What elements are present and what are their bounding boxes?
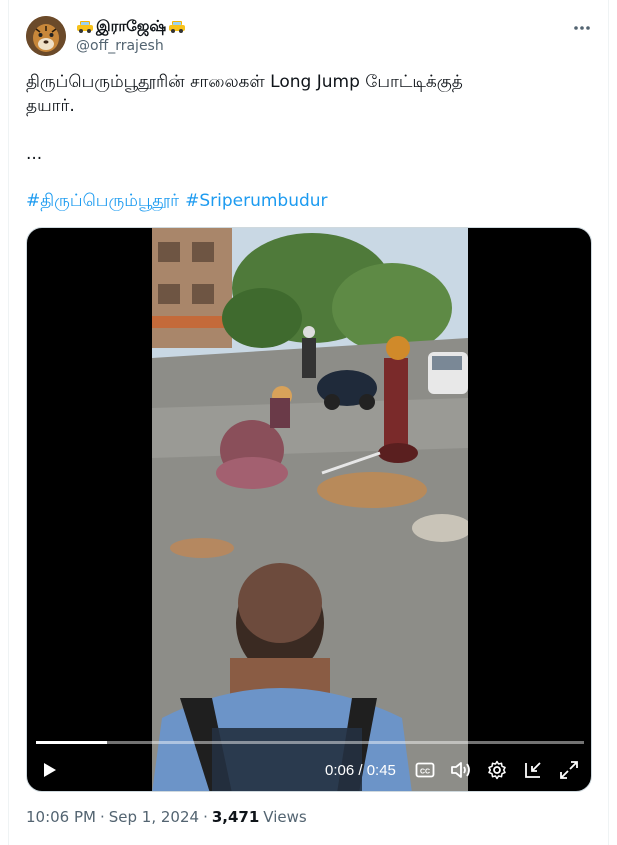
views-count: 3,471 [211, 808, 260, 826]
captions-icon: CC [415, 762, 435, 778]
hashtag-link[interactable]: #Sriperumbudur [185, 191, 327, 213]
svg-text:CC: CC [420, 768, 430, 775]
tweet-metadata: 10:06 PM · Sep 1, 2024 · 3,471 Views [26, 808, 307, 826]
views-label: Views [263, 808, 307, 826]
video-frame[interactable] [152, 228, 468, 791]
play-button[interactable] [37, 759, 61, 781]
tweet-time[interactable]: 10:06 PM [26, 808, 96, 826]
video-progress-fill [36, 741, 108, 744]
hashtag-link[interactable]: #திருப்பெரும்பூதூர் [26, 191, 179, 213]
video-player[interactable]: 0:06 / 0:45 CC [26, 227, 592, 792]
tweet-text: திருப்பெரும்பூதூரின் சாலைகள் Long Jump ப… [26, 72, 463, 116]
settings-button[interactable] [485, 759, 509, 781]
hashtag-row: #திருப்பெரும்பூதூர் #Sriperumbudur [26, 191, 328, 213]
author-display-name: இராஜேஷ் [96, 17, 167, 35]
dock-button[interactable] [521, 759, 545, 781]
captions-button[interactable]: CC [413, 759, 437, 781]
fullscreen-button[interactable] [557, 759, 581, 781]
tweet-ellipsis: ... [26, 144, 43, 164]
more-options-button[interactable] [568, 14, 596, 42]
volume-button[interactable] [449, 759, 473, 781]
gear-icon [488, 760, 506, 780]
fullscreen-icon [560, 761, 578, 779]
tweet-date[interactable]: Sep 1, 2024 [109, 808, 199, 826]
author-name-row[interactable]: இராஜேஷ் [76, 17, 186, 37]
more-icon [574, 26, 590, 30]
avatar[interactable] [26, 16, 66, 56]
video-time: 0:06 / 0:45 [325, 762, 396, 779]
separator-dot: · [99, 808, 105, 826]
taxi-icon [169, 21, 186, 33]
taxi-icon [77, 21, 93, 33]
volume-icon [451, 762, 470, 778]
separator-dot: · [203, 808, 208, 826]
video-progress-bar[interactable] [36, 741, 584, 744]
video-controls: 0:06 / 0:45 CC [27, 731, 591, 791]
dock-icon [525, 762, 541, 778]
play-icon [44, 763, 56, 777]
author-handle[interactable]: @off_rrajesh [76, 38, 164, 54]
